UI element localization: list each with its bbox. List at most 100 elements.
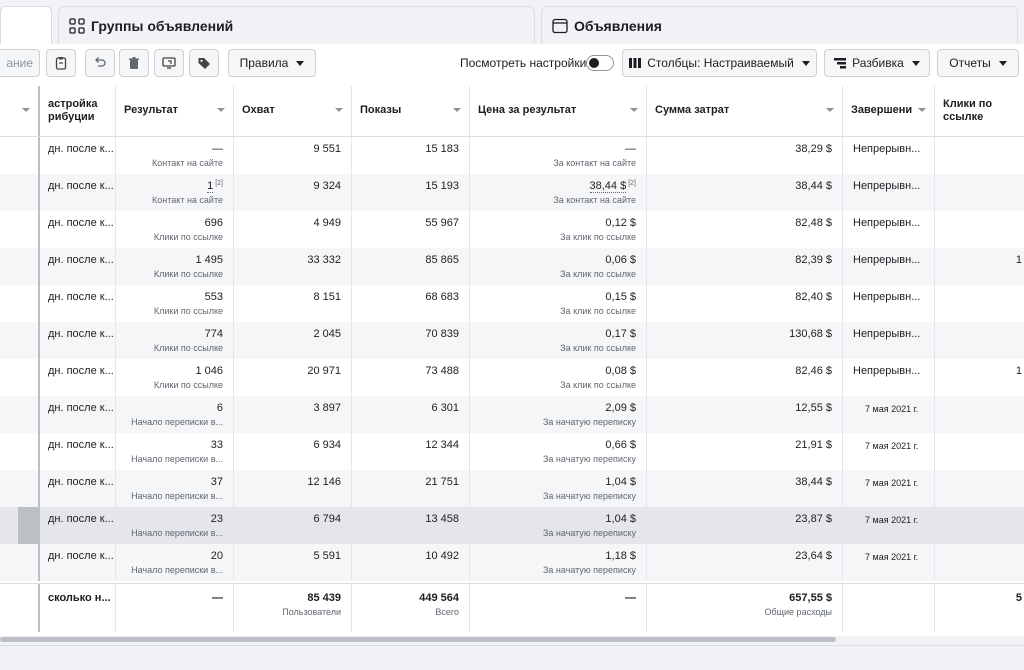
result-sublabel: Клики по ссылке bbox=[153, 306, 223, 316]
table-row[interactable]: дн. после к... 553 Клики по ссылке 8 151 68 … bbox=[0, 285, 1024, 322]
footnote-marker[interactable]: [2] bbox=[628, 180, 636, 187]
tag-icon bbox=[198, 58, 210, 69]
column-header-ends[interactable]: Завершени bbox=[843, 86, 935, 136]
result-sublabel: Начало переписки в... bbox=[131, 528, 223, 538]
delete-button[interactable] bbox=[119, 49, 149, 77]
view-settings-toggle[interactable] bbox=[586, 55, 614, 71]
spent-value: 23,64 $ bbox=[795, 550, 832, 562]
table-cell-cpr: 0,12 $ За клик по ссылке bbox=[470, 211, 647, 248]
result-sublabel: Начало переписки в... bbox=[131, 565, 223, 575]
columns-dropdown[interactable]: Столбцы: Настраиваемый bbox=[622, 49, 817, 77]
ends-value: 7 мая 2021 г. bbox=[865, 478, 919, 488]
table-cell-clicks: 1 bbox=[935, 248, 1024, 285]
row-scroll-indicator bbox=[18, 507, 38, 544]
result-value: — bbox=[212, 143, 223, 155]
table-cell-cpr: 38,44 $ [2] За контакт на сайте bbox=[470, 174, 647, 211]
rules-label: Правила bbox=[239, 56, 289, 70]
reports-label: Отчеты bbox=[949, 56, 991, 70]
column-header-name[interactable] bbox=[0, 86, 40, 136]
create-button[interactable]: ание bbox=[0, 49, 40, 77]
column-header-link-clicks[interactable]: Клики по ссылке bbox=[935, 86, 1024, 136]
horizontal-scrollbar[interactable] bbox=[0, 637, 836, 642]
table-cell-name bbox=[0, 433, 40, 470]
totals-cell-impressions: 449 564 Всего bbox=[352, 584, 470, 632]
reach-value: 9 324 bbox=[313, 180, 341, 192]
reach-header-label: Охват bbox=[242, 104, 275, 116]
tab-campaigns[interactable] bbox=[0, 6, 52, 44]
undo-button[interactable] bbox=[85, 49, 115, 77]
tab-adsets[interactable]: Группы объявлений bbox=[58, 6, 535, 44]
table-row[interactable]: дн. после к... 1 [2] Контакт на сайте 9 324 1… bbox=[0, 174, 1024, 211]
table-cell-spent: 82,39 $ bbox=[647, 248, 843, 285]
column-header-result[interactable]: Результат bbox=[116, 86, 234, 136]
table-cell-result: 33 Начало переписки в... bbox=[116, 433, 234, 470]
cpr-sublabel: За клик по ссылке bbox=[560, 269, 636, 279]
ends-value: 7 мая 2021 г. bbox=[865, 441, 919, 451]
reach-value: 12 146 bbox=[307, 476, 341, 488]
totals-cell-cpr: — bbox=[470, 584, 647, 632]
table-cell-clicks bbox=[935, 322, 1024, 359]
result-sublabel: Контакт на сайте bbox=[152, 195, 223, 205]
column-header-cost-per-result[interactable]: Цена за результат bbox=[470, 86, 647, 136]
table-cell-result: 6 Начало переписки в... bbox=[116, 396, 234, 433]
column-header-impressions[interactable]: Показы bbox=[352, 86, 470, 136]
table-cell-impr: 10 492 bbox=[352, 544, 470, 581]
preview-button[interactable] bbox=[154, 49, 184, 77]
table-cell-spent: 38,44 $ bbox=[647, 174, 843, 211]
table-cell-attr: дн. после к... bbox=[40, 507, 116, 544]
table-row[interactable]: дн. после к... — Контакт на сайте 9 551 15 1… bbox=[0, 137, 1024, 174]
table-row[interactable]: дн. после к... 1 495 Клики по ссылке 33 332… bbox=[0, 248, 1024, 285]
breakdown-dropdown[interactable]: Разбивка bbox=[824, 49, 930, 77]
table-cell-ends: 7 мая 2021 г. bbox=[843, 470, 935, 507]
footnote-marker[interactable]: [2] bbox=[215, 180, 223, 187]
table-cell-name bbox=[0, 211, 40, 248]
chevron-down-icon bbox=[998, 60, 1007, 66]
column-header-reach[interactable]: Охват bbox=[234, 86, 352, 136]
table-row[interactable]: дн. после к... 37 Начало переписки в... 12 … bbox=[0, 470, 1024, 507]
result-value: 6 bbox=[216, 402, 223, 414]
impr-value: 12 344 bbox=[425, 439, 459, 451]
result-value: 553 bbox=[204, 291, 223, 303]
table-cell-ends: Непрерывн... bbox=[843, 174, 935, 211]
result-sublabel: Контакт на сайте bbox=[152, 158, 223, 168]
table-cell-attr: дн. после к... bbox=[40, 211, 116, 248]
table-row[interactable]: дн. после к... 6 Начало переписки в... 3 89… bbox=[0, 396, 1024, 433]
table-row[interactable]: дн. после к... 696 Клики по ссылке 4 949 55 … bbox=[0, 211, 1024, 248]
table-row[interactable]: дн. после к... 1 046 Клики по ссылке 20 971… bbox=[0, 359, 1024, 396]
result-sublabel: Начало переписки в... bbox=[131, 454, 223, 464]
toggle-knob bbox=[589, 58, 599, 68]
duplicate-button[interactable] bbox=[46, 49, 76, 77]
table-row[interactable]: дн. после к... 774 Клики по ссылке 2 045 70 … bbox=[0, 322, 1024, 359]
table-row[interactable]: дн. после к... 33 Начало переписки в... 6 9… bbox=[0, 433, 1024, 470]
result-value: 1 495 bbox=[195, 254, 223, 266]
impr-value: 85 865 bbox=[425, 254, 459, 266]
tag-button[interactable] bbox=[189, 49, 219, 77]
cpr-sublabel: За клик по ссылке bbox=[560, 306, 636, 316]
table-cell-cpr: 0,17 $ За клик по ссылке bbox=[470, 322, 647, 359]
column-header-amount-spent[interactable]: Сумма затрат bbox=[647, 86, 843, 136]
column-header-attribution[interactable]: астройка рибуции bbox=[40, 86, 116, 136]
ends-value: Непрерывн... bbox=[853, 217, 921, 229]
table-row[interactable]: 7 дн. после к... 23 Начало переписки в... 6 … bbox=[0, 507, 1024, 544]
breakdown-icon bbox=[834, 58, 847, 69]
table-cell-reach: 9 551 bbox=[234, 137, 352, 174]
table-cell-clicks: 1 bbox=[935, 359, 1024, 396]
footer-area bbox=[0, 645, 1024, 670]
reports-dropdown[interactable]: Отчеты bbox=[937, 49, 1019, 77]
tab-ads[interactable]: Объявления bbox=[541, 6, 1018, 44]
reach-value: 5 591 bbox=[313, 550, 341, 562]
table-cell-impr: 70 839 bbox=[352, 322, 470, 359]
totals-cell-result: — bbox=[116, 584, 234, 632]
table-cell-impr: 6 301 bbox=[352, 396, 470, 433]
table-cell-reach: 6 794 bbox=[234, 507, 352, 544]
table-cell-result: 1 495 Клики по ссылке bbox=[116, 248, 234, 285]
table-cell-impr: 15 193 bbox=[352, 174, 470, 211]
table-cell-attr: дн. после к... bbox=[40, 322, 116, 359]
attribution-value: дн. после к... bbox=[48, 180, 114, 192]
rules-dropdown[interactable]: Правила bbox=[228, 49, 316, 77]
table-cell-name bbox=[0, 470, 40, 507]
attribution-value: дн. после к... bbox=[48, 550, 114, 562]
table-row[interactable]: дн. после к... 20 Начало переписки в... 5 5… bbox=[0, 544, 1024, 581]
table-cell-ends: 7 мая 2021 г. bbox=[843, 507, 935, 544]
cpr-sublabel: За начатую переписку bbox=[542, 565, 636, 575]
